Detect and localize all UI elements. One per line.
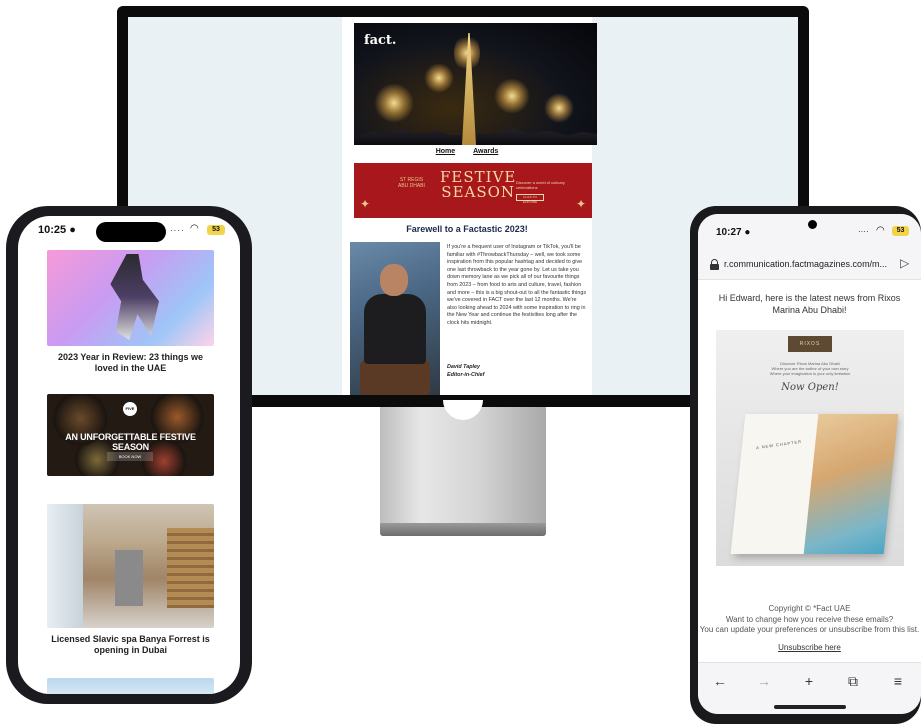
rixos-hero-image[interactable]: RIXOS Discover Rixos Marina Abu Dhabi Wh… bbox=[716, 330, 904, 566]
send-icon[interactable]: ▷ bbox=[900, 256, 909, 270]
firework bbox=[374, 83, 414, 123]
wifi-icon: ◠ bbox=[190, 223, 199, 234]
time-text: 10:27 bbox=[716, 227, 742, 238]
battery-icon: 53 bbox=[207, 225, 225, 235]
spa-wood-wall bbox=[167, 528, 214, 608]
nav-link-awards[interactable]: Awards bbox=[473, 148, 498, 155]
reindeer-icon: ✦ bbox=[576, 197, 587, 211]
ad-title: AN UNFORGETTABLE FESTIVE SEASON bbox=[65, 432, 196, 452]
lock-icon bbox=[710, 259, 719, 270]
time-text: 10:25 bbox=[38, 224, 67, 236]
chair bbox=[360, 360, 430, 395]
menu-icon[interactable]: ≡ bbox=[886, 673, 910, 693]
iphone-screen: 10:25 ● ···· ◠ 53 2023 Year in Review: 2… bbox=[18, 216, 240, 694]
article-image-spa[interactable] bbox=[47, 504, 214, 628]
new-tab-icon[interactable]: + bbox=[797, 673, 821, 693]
unsubscribe-link[interactable]: Unsubscribe here bbox=[698, 643, 921, 652]
editor-head bbox=[380, 264, 408, 296]
android-screen: 10:27 ● ···· ◠ 53 r.communication.factma… bbox=[698, 214, 921, 714]
footer-line: You can update your preferences or unsub… bbox=[699, 625, 920, 634]
firework bbox=[544, 93, 574, 123]
iphone-status-bar: 10:25 ● ···· ◠ 53 bbox=[18, 216, 240, 250]
email-nav: Home Awards bbox=[342, 148, 592, 155]
article-title[interactable]: 2023 Year in Review: 23 things we loved … bbox=[47, 352, 214, 374]
banner-title-line2: SEASON bbox=[441, 183, 516, 201]
wifi-icon: ◠ bbox=[876, 225, 885, 236]
ad-festive-season[interactable]: FIVE AN UNFORGETTABLE FESTIVE SEASON BOO… bbox=[47, 394, 214, 476]
back-icon[interactable]: ← bbox=[708, 673, 732, 693]
editor-photo bbox=[350, 242, 440, 395]
editor-letter: If you're a frequent user of Instagram o… bbox=[447, 244, 587, 326]
desktop-email: fact. Home Awards ✦ ✦ ST REGIS ABU DHABI… bbox=[342, 17, 597, 395]
tabs-icon[interactable]: ⧉ bbox=[841, 673, 865, 693]
hero-image-fireworks: fact. bbox=[354, 23, 597, 145]
monitor-foot bbox=[380, 523, 546, 536]
browser-url-bar[interactable]: r.communication.factmagazines.com/m... ▷ bbox=[698, 250, 921, 280]
forward-icon[interactable]: → bbox=[752, 673, 776, 693]
book-page-illustration bbox=[803, 414, 899, 554]
hero-subtitle: Discover Rixos Marina Abu Dhabi Where yo… bbox=[769, 361, 851, 376]
dynamic-island bbox=[96, 222, 166, 242]
signature-title: Editor-in-Chief bbox=[447, 372, 485, 378]
browser-bottom-bar: ← → + ⧉ ≡ bbox=[698, 662, 921, 714]
hero-script-text: Now Open! bbox=[781, 382, 839, 393]
email-heading: Farewell to a Factastic 2023! bbox=[406, 224, 528, 234]
front-camera bbox=[808, 220, 817, 229]
firework bbox=[424, 63, 454, 93]
signature-name: David Tapley bbox=[447, 364, 481, 370]
battery-icon: 53 bbox=[892, 226, 909, 236]
editor-body bbox=[364, 294, 426, 364]
article-image-crowd[interactable] bbox=[47, 678, 214, 694]
banner-explore-button[interactable]: CLICK TO EXPLORE bbox=[516, 194, 544, 204]
person-icon: ● bbox=[744, 227, 751, 238]
banner-brand: ST REGIS ABU DHABI bbox=[398, 177, 425, 189]
status-time: 10:25 ● bbox=[38, 224, 76, 236]
five-logo: FIVE bbox=[123, 402, 137, 416]
editor-signature: David Tapley Editor-in-Chief bbox=[447, 363, 484, 379]
url-text[interactable]: r.communication.factmagazines.com/m... bbox=[724, 259, 894, 269]
signal-icon: ···· bbox=[170, 226, 185, 235]
signal-icon: ···· bbox=[858, 227, 869, 236]
email-footer: Copyright © *Fact UAE Want to change how… bbox=[698, 604, 921, 636]
android-status-bar: 10:27 ● ···· ◠ 53 bbox=[698, 214, 921, 250]
android-device: 10:27 ● ···· ◠ 53 r.communication.factma… bbox=[690, 206, 921, 724]
spa-window bbox=[47, 504, 83, 628]
footer-line: Want to change how you receive these ema… bbox=[725, 614, 894, 624]
festive-season-banner[interactable]: ✦ ✦ ST REGIS ABU DHABI FESTIVE SEASON Di… bbox=[354, 163, 592, 218]
banner-subtitle: Discover a world of culinary celebration… bbox=[516, 180, 565, 190]
banner-title: FESTIVE SEASON bbox=[440, 170, 516, 200]
article-title[interactable]: Licensed Slavic spa Banya Forrest is ope… bbox=[47, 634, 214, 656]
status-time: 10:27 ● bbox=[716, 227, 750, 238]
firework bbox=[494, 78, 530, 114]
monitor-stand bbox=[380, 407, 546, 525]
spa-door bbox=[115, 550, 143, 606]
rixos-logo: RIXOS bbox=[788, 336, 832, 352]
footer-copyright: Copyright © *Fact UAE bbox=[768, 604, 851, 613]
reindeer-icon: ✦ bbox=[360, 197, 371, 211]
fact-logo: fact. bbox=[364, 33, 397, 48]
article-image-year-review[interactable] bbox=[47, 250, 214, 346]
book-now-button[interactable]: BOOK NOW bbox=[107, 452, 153, 461]
nav-link-home[interactable]: Home bbox=[436, 148, 455, 155]
gesture-bar bbox=[774, 705, 846, 709]
dancer-figure bbox=[110, 254, 159, 340]
article-feed[interactable]: 2023 Year in Review: 23 things we loved … bbox=[47, 250, 214, 694]
iphone-device: 10:25 ● ···· ◠ 53 2023 Year in Review: 2… bbox=[6, 206, 252, 704]
email-greeting: Hi Edward, here is the latest news from … bbox=[718, 293, 901, 315]
person-icon: ● bbox=[69, 224, 76, 236]
